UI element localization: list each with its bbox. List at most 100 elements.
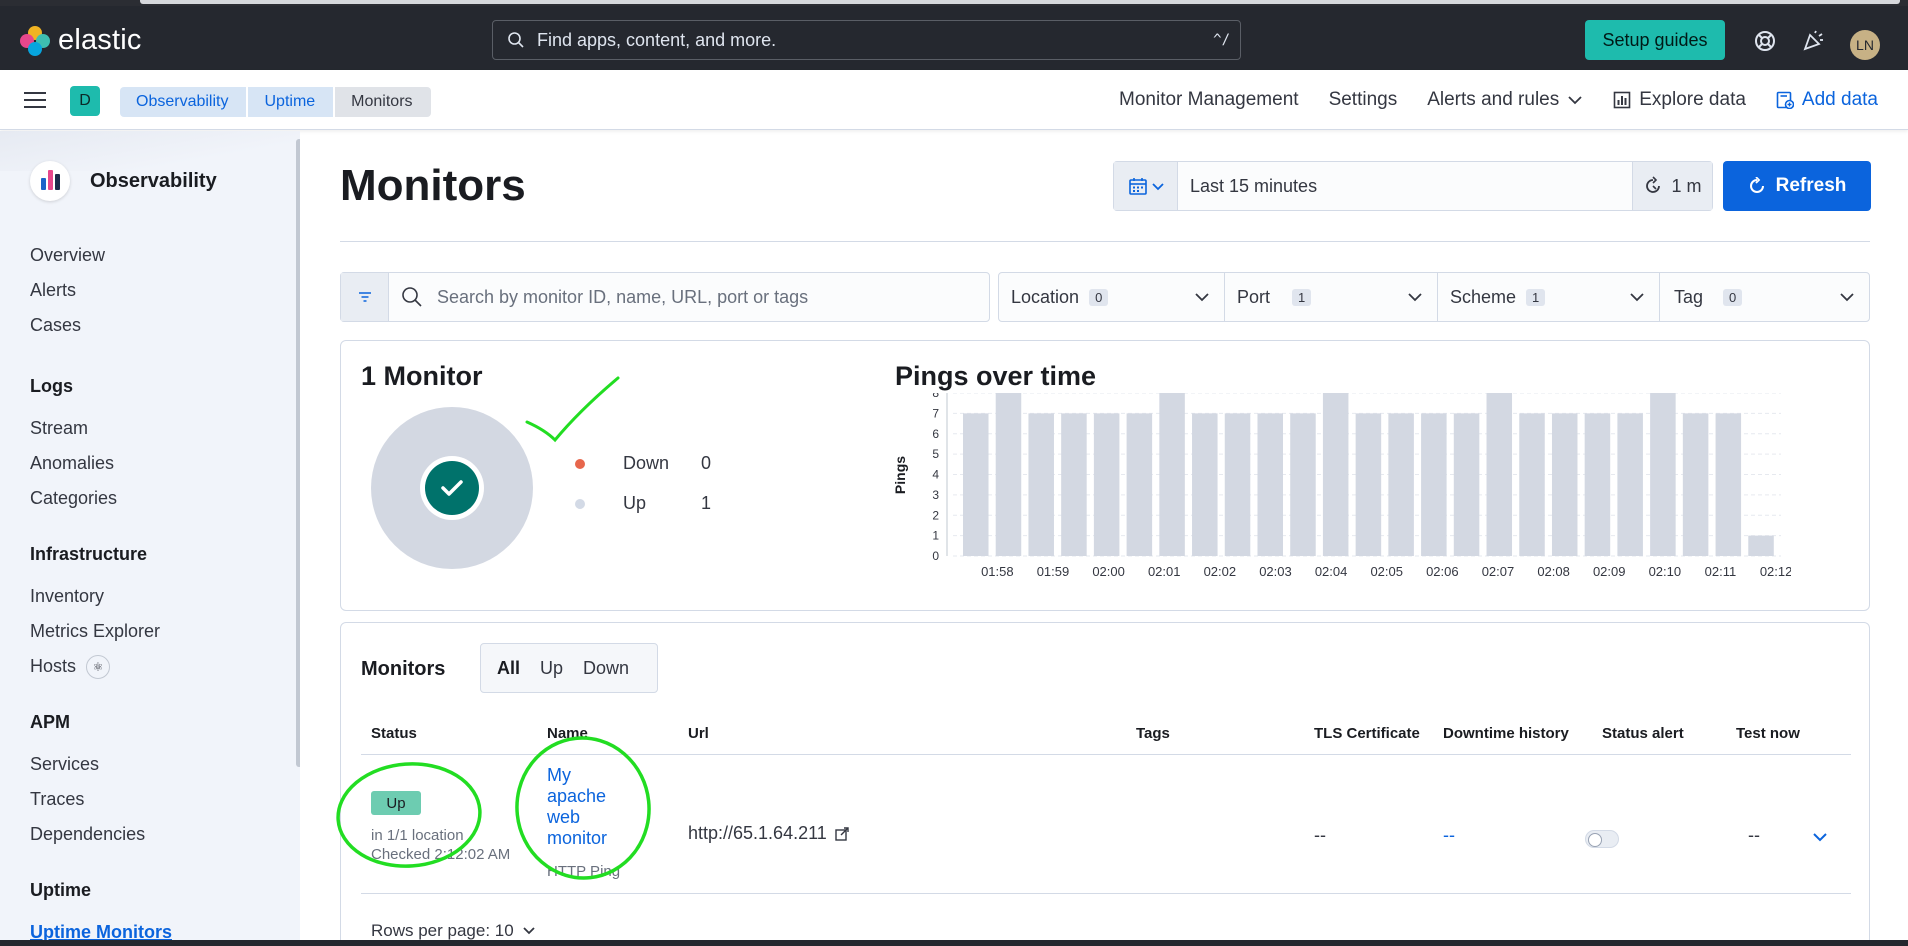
add-data-link[interactable]: Add data [1776,89,1878,111]
column-header-status-alert: Status alert [1602,725,1684,742]
x-tick-label: 02:06 [1426,564,1459,579]
location-filter[interactable]: Location 0 [999,273,1225,321]
expand-row-chevron-icon[interactable] [1811,828,1829,846]
ping-bar [1159,393,1185,556]
column-header-tags: Tags [1136,725,1170,742]
x-tick-label: 01:59 [1037,564,1070,579]
status-filter-all[interactable]: All [489,658,528,679]
sidebar-item-categories[interactable]: Categories [30,481,117,516]
rows-per-page-selector[interactable]: Rows per page: 10 [371,921,536,941]
sidebar-item-services[interactable]: Services [30,747,145,782]
monitor-count-title: 1 Monitor [361,361,483,391]
column-header-url: Url [688,725,709,742]
quick-menu-button[interactable] [1114,162,1178,210]
scheme-filter[interactable]: Scheme 1 [1438,273,1660,321]
browser-tab[interactable] [140,0,1900,4]
sidebar-item-stream[interactable]: Stream [30,411,117,446]
refresh-interval-value: 1 m [1671,175,1702,196]
setup-guides-button[interactable]: Setup guides [1585,20,1725,60]
sidebar-item-cases[interactable]: Cases [30,308,105,343]
sidebar-item-hosts[interactable]: Hosts ⚛ [30,649,160,684]
port-filter-label: Port [1237,286,1271,307]
monitor-search-input[interactable]: Search by monitor ID, name, URL, port or… [389,273,989,321]
filter-icon [358,292,371,302]
port-filter[interactable]: Port 1 [1225,273,1438,321]
sidebar-item-anomalies[interactable]: Anomalies [30,446,117,481]
sidebar-item-traces[interactable]: Traces [30,782,145,817]
y-tick-label: 7 [932,406,939,420]
user-avatar[interactable]: LN [1850,30,1880,60]
time-range-display[interactable]: Last 15 minutes [1178,162,1632,210]
monitor-url[interactable]: http://65.1.64.211 [688,823,849,844]
column-header-status[interactable]: Status [371,725,417,742]
sidebar-heading-apm: APM [30,712,70,732]
filter-options-button[interactable] [341,273,389,321]
ping-bar [1421,413,1447,556]
table-header-divider [361,754,1851,755]
column-header-name[interactable]: Name [547,725,588,742]
ping-bar [1682,413,1709,556]
y-tick-label: 3 [932,488,939,502]
filter-facets: Location 0 Port 1 Scheme 1 Tag 0 [998,272,1870,322]
sidebar-heading-logs: Logs [30,376,73,396]
page-title: Monitors [340,161,526,210]
status-filter-up[interactable]: Up [532,658,571,679]
elastic-logo-text: elastic [58,24,142,56]
space-avatar[interactable]: D [70,86,100,116]
auto-refresh-button[interactable]: 1 m [1632,162,1712,210]
monitor-management-link[interactable]: Monitor Management [1119,89,1299,111]
sidebar-heading-uptime: Uptime [30,880,92,900]
chevron-down-icon [523,927,535,935]
monitor-management-label: Monitor Management [1119,89,1299,110]
settings-link[interactable]: Settings [1329,89,1398,111]
y-tick-label: 1 [932,529,939,543]
ping-bar [963,413,989,556]
x-tick-label: 02:02 [1204,564,1237,579]
pings-over-time-chart: Pings 0 1 2 3 4 5 6 7 8 01:58 01:59 02:00 02:01 02:02 0… [892,393,1791,579]
explore-data-link[interactable]: Explore data [1613,89,1746,111]
alerts-and-rules-menu[interactable]: Alerts and rules [1427,89,1583,111]
refresh-button[interactable]: Refresh [1723,161,1871,211]
monitor-name-link[interactable]: My apache web monitor [547,765,627,849]
ping-bar [1551,413,1578,556]
status-filter-down[interactable]: Down [575,658,637,679]
chevron-down-icon [1840,293,1854,302]
help-icon[interactable] [1752,28,1778,54]
ping-bar [1126,413,1153,556]
status-alert-toggle[interactable] [1585,830,1619,848]
search-icon [508,32,524,48]
breadcrumb-observability[interactable]: Observability [120,87,247,117]
sidebar-scrollbar[interactable] [296,139,300,767]
sidebar-brand: Observability [30,161,217,201]
scheme-filter-label: Scheme [1450,286,1517,307]
sidebar-item-inventory[interactable]: Inventory [30,579,160,614]
alerts-and-rules-label: Alerts and rules [1427,89,1560,110]
ping-bar [1650,393,1676,556]
rows-per-page-label: Rows per page: 10 [371,921,514,940]
chevron-down-icon [1568,96,1582,105]
title-divider [340,241,1870,242]
search-shortcut-hint: ^/ [1213,32,1230,48]
test-now-value[interactable]: -- [1748,825,1760,846]
ping-bar [1028,413,1054,556]
ping-bar [1486,393,1513,556]
x-tick-label: 02:10 [1649,564,1682,579]
breadcrumb-uptime[interactable]: Uptime [246,87,334,117]
sidebar-item-overview[interactable]: Overview [30,238,105,273]
check-icon [425,461,479,515]
hamburger-menu-icon[interactable] [24,92,46,108]
monitor-list-title: Monitors [361,658,446,680]
ping-bar [1617,413,1643,556]
x-tick-label: 02:08 [1537,564,1570,579]
global-search-input[interactable]: Find apps, content, and more. ^/ [492,20,1241,60]
sidebar-item-dependencies[interactable]: Dependencies [30,817,145,852]
sidebar-item-metrics-explorer[interactable]: Metrics Explorer [30,614,160,649]
sidebar-group-uptime: Uptime Uptime Monitors [30,880,172,946]
news-feed-icon[interactable] [1800,28,1826,54]
elastic-logo[interactable]: elastic [20,24,142,57]
ping-bar [1453,413,1480,556]
tag-filter[interactable]: Tag 0 [1660,273,1869,321]
settings-label: Settings [1328,89,1398,110]
sidebar-item-alerts[interactable]: Alerts [30,273,105,308]
downtime-history-value[interactable]: -- [1443,825,1455,846]
